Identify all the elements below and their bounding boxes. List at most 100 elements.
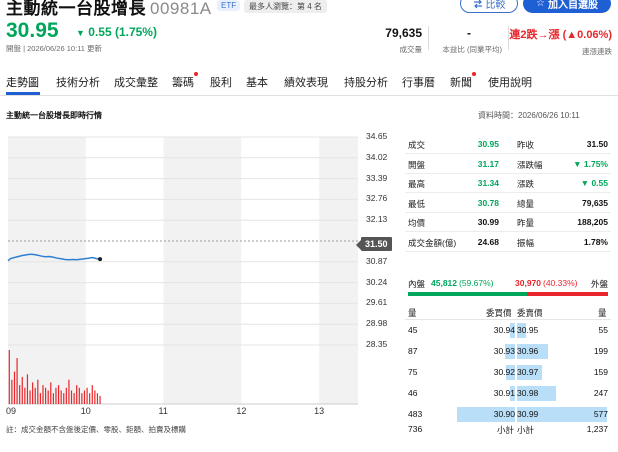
volume-bar	[78, 387, 80, 404]
volume-bar	[32, 382, 34, 404]
y-tick-label: 29.61	[366, 297, 388, 308]
compare-button[interactable]: 比較	[460, 0, 518, 13]
ask-total-label: 小計	[517, 425, 535, 435]
volume-bar	[86, 387, 88, 404]
hour-band	[241, 137, 320, 404]
quote-value: 188,205	[577, 217, 608, 227]
volume-bar	[57, 385, 60, 404]
ask-volume: 159	[593, 367, 608, 377]
ask-volume: 577	[593, 409, 608, 419]
stat-streak: 連2跌→漲 (▲0.06%) 連漲連跌	[506, 26, 612, 57]
volume-bar	[44, 387, 47, 404]
bid-price: 30.92	[493, 367, 515, 377]
volume-bar	[68, 379, 70, 404]
add-watchlist-button[interactable]: ☆ 加入自選股	[523, 0, 611, 13]
hour-band	[8, 137, 86, 404]
volume-bar	[96, 393, 99, 404]
order-book-row: 45 30.94 30.95 55	[405, 321, 611, 341]
volume-bar	[26, 374, 29, 404]
volume-bar	[73, 393, 75, 404]
volume-bar	[29, 390, 31, 404]
stat-streak-value: 連2跌→漲 (▲0.06%)	[509, 29, 612, 41]
inner-label: 內盤	[408, 279, 426, 289]
y-tick-label: 32.13	[366, 214, 388, 225]
tab-news[interactable]: 新聞	[450, 74, 472, 90]
bid-volume: 45	[408, 325, 418, 335]
y-tick-label: 33.39	[366, 172, 388, 183]
outer-label: 外盤	[590, 279, 608, 289]
volume-bar	[13, 371, 16, 404]
outer-pct: (40.33%)	[543, 278, 578, 288]
stat-pe-value: -	[467, 26, 471, 40]
watch-label: 加入自選股	[547, 0, 598, 11]
stat-pe: - 本益比 (同業平均)	[426, 26, 502, 55]
bid-total-label: 小計	[497, 425, 515, 435]
compare-label: 比較	[485, 0, 506, 11]
quote-value: 79,635	[582, 197, 608, 208]
ask-price: 30.98	[517, 388, 539, 398]
quote-label: 漲跌幅	[517, 159, 543, 170]
order-book-row: 46 30.91 30.98 247	[405, 384, 611, 404]
y-tick-label: 34.65	[366, 131, 388, 141]
footnote: 註：成交金額不含盤後定價、零股、鉅額、拍賣及標購	[6, 425, 186, 434]
bid-volume: 87	[408, 346, 418, 356]
quote-label: 總量	[517, 198, 535, 209]
volume-bar	[76, 385, 78, 404]
volume-bar	[11, 379, 13, 404]
volume-bar	[37, 379, 39, 404]
star-icon: ☆	[536, 0, 545, 9]
volume-bar	[21, 377, 23, 404]
ask-vol-header: 量	[598, 308, 607, 318]
intraday-chart[interactable]	[0, 0, 400, 452]
volume-bar	[63, 393, 65, 404]
x-tick-label: 11	[158, 406, 168, 416]
quote-label: 均價	[408, 218, 426, 228]
quote-value: 1.78%	[583, 236, 608, 247]
quote-value: ▼ 1.75%	[573, 158, 608, 169]
bid-price: 30.91	[493, 388, 515, 398]
quote-value: 30.99	[477, 217, 499, 227]
quote-label: 最低	[408, 198, 426, 209]
order-book-row: 87 30.93 30.96 199	[405, 342, 611, 362]
divider	[405, 319, 611, 320]
tab-help[interactable]: 使用說明	[488, 74, 532, 90]
volume-bar	[16, 358, 18, 404]
quote-label: 昨量	[517, 218, 535, 228]
volume-bar	[94, 390, 96, 404]
volume-bar	[19, 385, 21, 404]
y-tick-label: 30.87	[366, 255, 388, 266]
quote-value: 31.34	[477, 178, 499, 188]
ask-volume: 199	[593, 346, 608, 356]
y-tick-label: 34.02	[366, 151, 388, 162]
compare-icon	[473, 0, 482, 8]
quote-value: ▼ 0.55	[580, 178, 608, 188]
ask-volume: 55	[598, 325, 608, 335]
tab-calendar[interactable]: 行事曆	[402, 74, 435, 90]
stat-pe-label: 本益比 (同業平均)	[442, 45, 502, 54]
inner-value: 45,812	[431, 278, 457, 288]
bid-price: 30.90	[493, 409, 515, 419]
inout-labels: 內盤 45,812 (59.67%) 30,970 (40.33%) 外盤	[405, 278, 611, 290]
bid-price: 30.93	[493, 346, 515, 356]
volume-bar	[81, 393, 83, 404]
x-tick-label: 09	[6, 406, 17, 416]
stat-streak-label: 連漲連跌	[582, 47, 612, 56]
y-tick-label: 28.35	[366, 339, 388, 349]
bid-volume: 75	[408, 367, 418, 377]
quote-value: 24.68	[477, 236, 499, 247]
quote-value: 31.17	[477, 158, 499, 169]
bid-total: 736	[408, 424, 423, 434]
y-tick-label: 30.24	[366, 276, 388, 287]
ask-price-header: 委賣價	[517, 308, 543, 318]
quote-label: 漲跌	[517, 179, 535, 189]
quote-row: 開盤 31.17 漲跌幅 ▼ 1.75%	[405, 155, 611, 174]
volume-bar	[91, 385, 93, 404]
volume-bar	[83, 390, 86, 404]
inner-pct: (59.67%)	[459, 278, 494, 288]
volume-bar	[34, 387, 36, 404]
quote-value: 31.50	[586, 139, 608, 149]
volume-bar	[89, 393, 91, 404]
y-tick-label: 28.98	[366, 318, 388, 329]
last-price-marker	[98, 257, 103, 262]
x-tick-label: 12	[236, 406, 247, 416]
